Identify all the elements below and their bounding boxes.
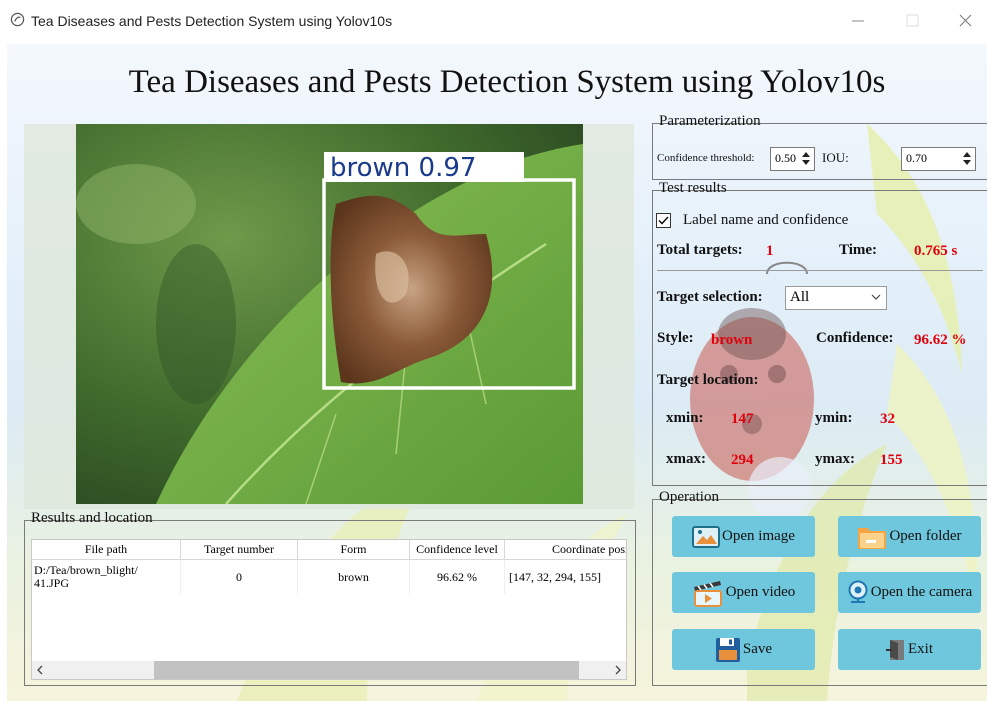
open-camera-button[interactable]: Open the camera — [838, 572, 981, 613]
results-table: File path Target number Form Confidence … — [32, 540, 626, 594]
target-location-label: Target location: — [657, 372, 759, 388]
camera-icon — [848, 580, 868, 603]
time-label: Time: — [839, 242, 878, 258]
confidence-threshold-spinbox[interactable]: 0.50 — [770, 147, 815, 171]
checkbox-check-icon[interactable] — [656, 213, 671, 228]
save-button[interactable]: Save — [672, 629, 815, 670]
xmax-value: 294 — [731, 452, 754, 468]
target-selection-combobox[interactable]: All — [785, 286, 887, 310]
open-camera-label: Open the camera — [870, 584, 973, 600]
cell-confidence-level: 96.62 % — [409, 559, 505, 594]
detection-label: brown 0.97 — [330, 153, 476, 183]
cell-form: brown — [297, 559, 410, 594]
window-titlebar: Tea Diseases and Pests Detection System … — [0, 0, 987, 44]
scroll-left-icon[interactable] — [36, 665, 44, 675]
table-header-row: File path Target number Form Confidence … — [32, 540, 626, 560]
open-video-label: Open video — [725, 584, 796, 600]
iou-label: IOU: — [822, 150, 849, 165]
column-header-target-number[interactable]: Target number — [180, 540, 298, 560]
xmin-label: xmin: — [666, 410, 704, 426]
ymin-label: ymin: — [815, 410, 853, 426]
operation-group-label: Operation — [659, 489, 719, 505]
time-value: 0.765 s — [914, 243, 958, 259]
label-confidence-checkbox-label[interactable]: Label name and confidence — [683, 212, 848, 229]
column-header-form[interactable]: Form — [297, 540, 410, 560]
confidence-threshold-label: Confidence threshold: — [657, 152, 755, 164]
exit-button[interactable]: Exit — [838, 629, 981, 670]
main-window: Tea Diseases and Pests Detection System … — [7, 44, 987, 701]
iou-value: 0.70 — [906, 151, 927, 165]
detection-image: brown 0.97 — [76, 124, 583, 504]
chevron-down-icon[interactable] — [871, 293, 881, 301]
target-selection-label: Target selection: — [657, 289, 763, 305]
save-icon — [715, 637, 740, 662]
iou-spinbox[interactable]: 0.70 — [901, 147, 976, 171]
cell-file-path: D:/Tea/brown_blight/ 41.JPG — [32, 559, 181, 594]
test-results-group-label: Test results — [659, 180, 727, 196]
results-table-container: File path Target number Form Confidence … — [31, 539, 627, 680]
column-header-confidence-level[interactable]: Confidence level — [409, 540, 505, 560]
cell-coordinate-position: [147, 32, 294, 155] — [504, 559, 626, 594]
scroll-right-icon[interactable] — [614, 665, 622, 675]
page-title: Tea Diseases and Pests Detection System … — [128, 64, 886, 100]
ymin-value: 32 — [880, 411, 895, 427]
exit-label: Exit — [908, 641, 933, 657]
exit-icon — [886, 639, 904, 660]
open-folder-button[interactable]: Open folder — [838, 516, 981, 557]
results-divider — [657, 270, 983, 271]
spin-arrows-icon[interactable] — [800, 150, 812, 167]
style-value: brown — [711, 332, 753, 348]
style-label: Style: — [657, 330, 694, 346]
save-label: Save — [742, 641, 773, 657]
column-header-file-path[interactable]: File path — [32, 540, 181, 560]
confidence-value: 96.62 % — [914, 332, 967, 348]
xmin-value: 147 — [731, 411, 754, 427]
image-icon — [692, 525, 721, 548]
horizontal-scrollbar[interactable] — [32, 661, 626, 679]
open-image-button[interactable]: Open image — [672, 516, 815, 557]
total-targets-value: 1 — [766, 243, 774, 259]
open-folder-label: Open folder — [889, 528, 962, 544]
window-title: Tea Diseases and Pests Detection System … — [31, 13, 393, 29]
table-row[interactable]: D:/Tea/brown_blight/ 41.JPG 0 brown 96.6… — [32, 559, 626, 594]
target-selection-value: All — [790, 289, 810, 305]
total-targets-label: Total targets: — [657, 242, 743, 258]
video-icon — [693, 580, 722, 607]
open-video-button[interactable]: Open video — [672, 572, 815, 613]
folder-icon — [858, 527, 887, 549]
confidence-threshold-value: 0.50 — [775, 151, 796, 165]
open-image-label: Open image — [722, 528, 795, 544]
results-location-group-label: Results and location — [31, 510, 153, 526]
minimize-icon[interactable] — [838, 6, 878, 36]
ymax-value: 155 — [880, 452, 903, 468]
spin-arrows-icon[interactable] — [961, 150, 973, 167]
parameterization-group-label: Parameterization — [659, 113, 761, 129]
confidence-label: Confidence: — [816, 330, 894, 346]
app-icon — [10, 12, 25, 27]
xmax-label: xmax: — [666, 451, 706, 467]
column-header-coordinate-position[interactable]: Coordinate positi — [504, 540, 626, 560]
maximize-icon[interactable] — [893, 6, 933, 36]
ymax-label: ymax: — [815, 451, 855, 467]
close-icon[interactable] — [945, 6, 985, 36]
cell-target-number: 0 — [180, 559, 298, 594]
scrollbar-thumb[interactable] — [154, 661, 579, 679]
